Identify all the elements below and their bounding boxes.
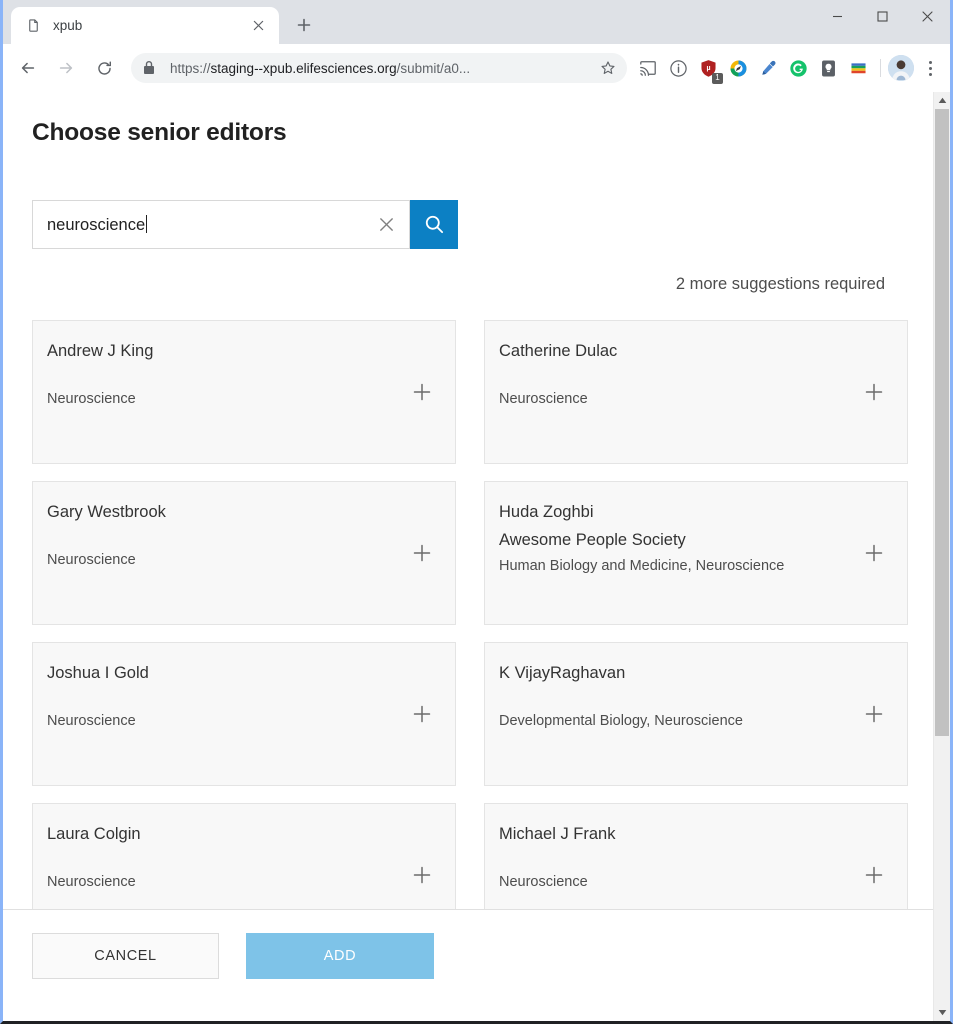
editor-card-spacer: [47, 526, 455, 548]
editor-card-body: Gary Westbrook Neuroscience: [47, 498, 455, 624]
maximize-button[interactable]: [860, 0, 905, 33]
page-content: Choose senior editors neuroscience 2 mor…: [3, 92, 933, 1021]
editor-card-spacer: [499, 365, 907, 387]
grammarly-icon[interactable]: [784, 54, 812, 82]
search-row: neuroscience: [32, 200, 458, 249]
address-bar[interactable]: https://staging--xpub.elifesciences.org/…: [131, 53, 627, 83]
color-bars-icon[interactable]: [844, 54, 872, 82]
new-tab-button[interactable]: [287, 8, 321, 42]
editor-affiliation: Awesome People Society: [499, 531, 686, 549]
editor-name: Laura Colgin: [47, 825, 141, 843]
editor-card[interactable]: Huda Zoghbi Awesome People Society Human…: [484, 481, 908, 625]
close-button[interactable]: [905, 0, 950, 33]
info-circle-icon[interactable]: [664, 54, 692, 82]
tab-title: xpub: [53, 18, 83, 33]
page-icon: [25, 17, 42, 34]
editor-card-spacer: [499, 687, 907, 709]
editor-name: Michael J Frank: [499, 825, 616, 843]
forward-button[interactable]: [51, 53, 81, 83]
scroll-content: Choose senior editors neuroscience 2 mor…: [3, 92, 933, 947]
editor-subjects: Neuroscience: [499, 874, 588, 890]
color-wheel-icon[interactable]: [724, 54, 752, 82]
three-dots-icon[interactable]: [916, 54, 944, 82]
editor-card-spacer: [499, 848, 907, 870]
lock-icon: [143, 61, 159, 75]
editor-name: Huda Zoghbi: [499, 503, 594, 521]
lightbulb-icon[interactable]: [814, 54, 842, 82]
cast-icon[interactable]: [634, 54, 662, 82]
url-text: https://staging--xpub.elifesciences.org/…: [170, 60, 471, 76]
editor-name: Andrew J King: [47, 342, 154, 360]
editor-subjects: Neuroscience: [499, 391, 588, 407]
reload-button[interactable]: [89, 53, 119, 83]
editor-card[interactable]: Catherine Dulac Neuroscience: [484, 320, 908, 464]
search-input[interactable]: neuroscience: [32, 200, 410, 249]
editor-card-body: K VijayRaghavan Developmental Biology, N…: [499, 659, 907, 785]
clear-search-icon[interactable]: [369, 208, 403, 242]
editor-card-body: Huda Zoghbi Awesome People Society Human…: [499, 498, 907, 624]
editor-card-spacer: [47, 365, 455, 387]
action-footer: CANCEL ADD: [3, 909, 933, 1021]
editor-card[interactable]: Andrew J King Neuroscience: [32, 320, 456, 464]
scrollbar-thumb[interactable]: [935, 109, 949, 736]
editor-subjects: Neuroscience: [47, 874, 136, 890]
text-caret: [146, 214, 148, 233]
scrollbar-track[interactable]: [934, 109, 950, 1004]
page-title: Choose senior editors: [32, 119, 287, 146]
editor-subjects: Developmental Biology, Neuroscience: [499, 713, 743, 729]
eyedropper-icon[interactable]: [754, 54, 782, 82]
star-icon[interactable]: [595, 55, 621, 81]
plus-icon[interactable]: [861, 701, 887, 727]
plus-icon[interactable]: [861, 379, 887, 405]
editor-card[interactable]: K VijayRaghavan Developmental Biology, N…: [484, 642, 908, 786]
plus-icon[interactable]: [861, 540, 887, 566]
cancel-button[interactable]: CANCEL: [32, 933, 219, 979]
editor-subjects: Human Biology and Medicine, Neuroscience: [499, 558, 785, 574]
editor-name: Gary Westbrook: [47, 503, 166, 521]
editor-subjects: Neuroscience: [47, 552, 136, 568]
ublock-origin-icon[interactable]: µ 1: [694, 54, 723, 84]
editor-card-spacer: [47, 687, 455, 709]
plus-icon[interactable]: [409, 379, 435, 405]
back-button[interactable]: [13, 53, 43, 83]
add-button[interactable]: ADD: [246, 933, 434, 979]
avatar[interactable]: [888, 55, 914, 81]
editor-card[interactable]: Joshua I Gold Neuroscience: [32, 642, 456, 786]
scroll-up-button[interactable]: [934, 92, 950, 109]
editor-card-body: Andrew J King Neuroscience: [47, 337, 455, 463]
extension-badge-count: 1: [712, 73, 723, 84]
editor-card-body: Catherine Dulac Neuroscience: [499, 337, 907, 463]
plus-icon[interactable]: [409, 862, 435, 888]
page-viewport: Choose senior editors neuroscience 2 mor…: [3, 92, 950, 1021]
search-button[interactable]: [410, 200, 458, 249]
browser-window: xpub https://staging--xpub.elifesciences…: [0, 0, 953, 1024]
browser-titlebar: xpub: [3, 0, 950, 44]
search-input-value: neuroscience: [47, 214, 148, 234]
window-controls: [815, 0, 950, 33]
editor-card[interactable]: Gary Westbrook Neuroscience: [32, 481, 456, 625]
svg-text:µ: µ: [706, 65, 710, 72]
editor-name: K VijayRaghavan: [499, 664, 626, 682]
editor-card-spacer: [47, 848, 455, 870]
toolbar-divider: [880, 59, 881, 77]
tab-close-icon[interactable]: [247, 15, 269, 37]
plus-icon[interactable]: [409, 540, 435, 566]
extension-icons: µ 1: [633, 54, 873, 84]
plus-icon[interactable]: [409, 701, 435, 727]
editor-subjects: Neuroscience: [47, 391, 136, 407]
page-scrollbar[interactable]: [933, 92, 950, 1021]
browser-toolbar: https://staging--xpub.elifesciences.org/…: [3, 44, 950, 92]
scroll-down-button[interactable]: [934, 1004, 950, 1021]
editor-subjects: Neuroscience: [47, 713, 136, 729]
browser-tab[interactable]: xpub: [11, 7, 279, 44]
editor-name: Joshua I Gold: [47, 664, 149, 682]
editor-card-grid: Andrew J King Neuroscience Catherine Dul…: [32, 320, 908, 947]
plus-icon[interactable]: [861, 862, 887, 888]
minimize-button[interactable]: [815, 0, 860, 33]
editor-card-body: Joshua I Gold Neuroscience: [47, 659, 455, 785]
tab-strip: xpub: [3, 0, 321, 44]
suggestions-required-hint: 2 more suggestions required: [675, 275, 885, 293]
editor-name: Catherine Dulac: [499, 342, 618, 360]
